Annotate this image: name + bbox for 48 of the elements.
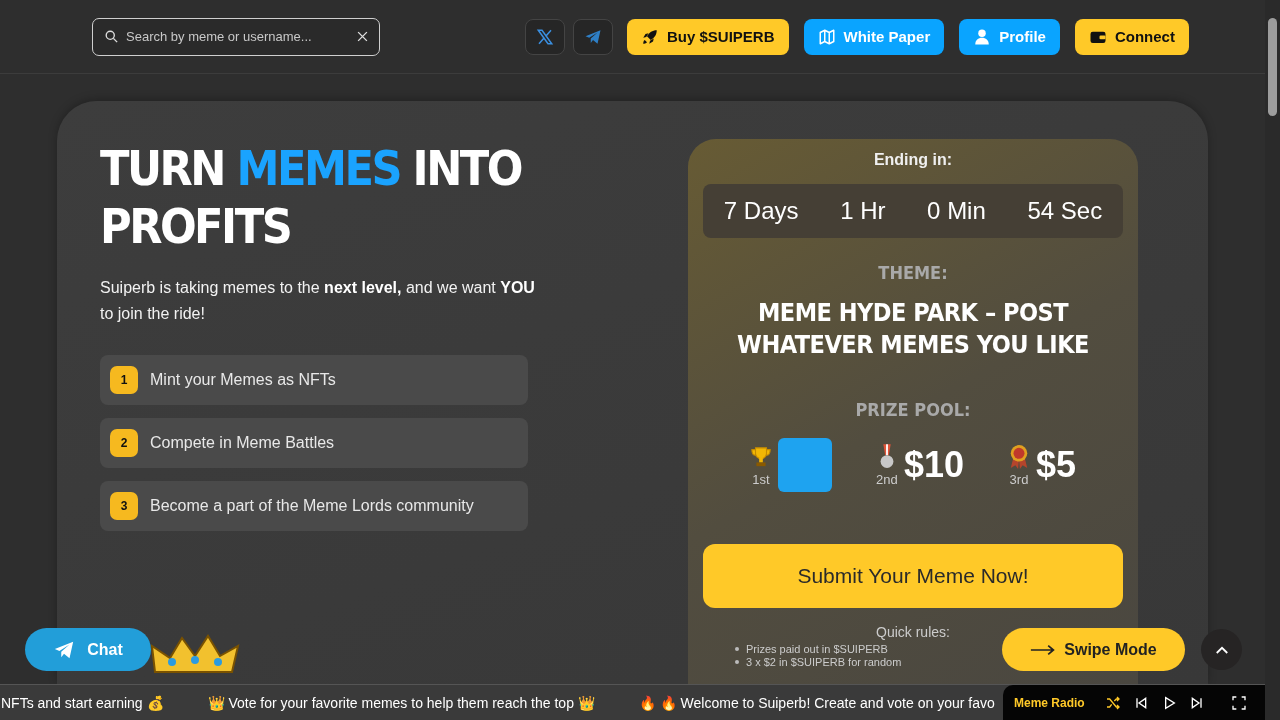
step-number: 2: [110, 429, 138, 457]
place-label: 1st: [752, 471, 770, 487]
nav-button[interactable]: Connect: [1074, 18, 1189, 55]
ending-label: Ending in:: [873, 151, 953, 169]
step-number: 1: [110, 366, 138, 394]
submit-meme-button[interactable]: Submit Your Meme Now!: [703, 544, 1123, 608]
step-text: Mint your Memes as NFTs: [150, 371, 336, 389]
intro-text: Suiperb is taking memes to the next level, and we want YOU to join the ride!: [100, 278, 536, 324]
theme-label: THEME:: [878, 262, 948, 283]
countdown-value: 54 Sec: [1027, 197, 1103, 225]
prize-amount: $5: [1036, 444, 1077, 486]
rosette-icon: [1008, 443, 1030, 470]
countdown-value: 0 Min: [927, 197, 986, 225]
ticker-text: NFTs and start earning 💰: [1, 694, 164, 711]
place-label: 3rd: [1009, 471, 1029, 487]
rule-text: 3 x $2 in $SUIPERB for random: [746, 656, 902, 668]
bullet-icon: [735, 660, 739, 664]
ticker-text: 👑 Vote for your favorite memes to help them reach the top 👑: [207, 694, 595, 711]
ticker-text: 🔥 🔥 Welcome to Suiperb! Create and vote on your favo: [638, 694, 995, 711]
nav-button[interactable]: Buy $SUIPERB: [627, 18, 789, 55]
x-link-button[interactable]: [525, 18, 565, 55]
step-text: Become a part of the Meme Lords community: [150, 497, 474, 515]
countdown-value: 1 Hr: [840, 197, 886, 225]
prize-pool-label: PRIZE POOL:: [855, 399, 971, 420]
scroll-thumb[interactable]: [1268, 18, 1277, 116]
step-text: Compete in Meme Battles: [150, 434, 335, 452]
bullet-icon: [735, 647, 739, 651]
place-label: 2nd: [876, 471, 898, 487]
prize-amount: $10: [903, 444, 964, 486]
rule-text: Prizes paid out in $SUIPERB: [746, 643, 888, 655]
rules-heading: Quick rules:: [876, 624, 950, 640]
user-icon: [973, 27, 992, 46]
arrow-icon: [1030, 643, 1057, 656]
search-field[interactable]: Search by meme or username...: [92, 17, 380, 56]
x-logo-icon: [536, 27, 554, 46]
theme-title: MEME HYDE PARK – POST WHATEVER MEMES YOU LIKE: [736, 297, 1090, 361]
rocket-icon: [641, 27, 659, 46]
countdown-value: 7 Days: [723, 197, 799, 225]
map-icon: [817, 27, 836, 46]
scrollbar[interactable]: [1265, 0, 1280, 720]
shuffle-icon: [1104, 694, 1121, 711]
telegram-link-button[interactable]: [573, 18, 613, 55]
step-number: 3: [110, 492, 138, 520]
swipe-mode-button[interactable]: Swipe Mode: [1002, 628, 1185, 671]
hero-title: TURN MEMES INTO PROFITS: [100, 139, 523, 255]
photo-placeholder: [777, 438, 832, 492]
fullscreen-icon: [1230, 694, 1247, 711]
radio-title: Meme Radio: [1014, 695, 1085, 710]
